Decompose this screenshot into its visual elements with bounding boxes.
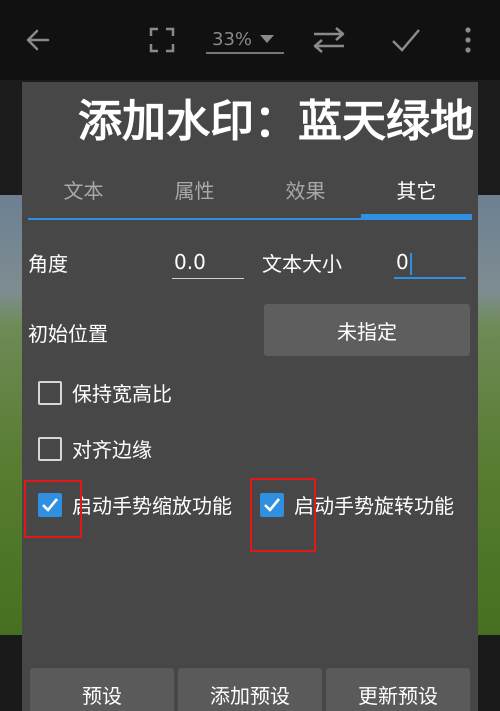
gesture-rotate-label: 启动手势旋转功能: [294, 494, 454, 518]
chevron-down-icon: [260, 35, 275, 43]
keep-aspect-ratio-checkbox[interactable]: 保持宽高比: [38, 378, 172, 407]
more-vertical-icon: [465, 27, 471, 53]
highlight-box: [24, 480, 82, 538]
zoom-value: 33%: [212, 28, 253, 50]
tab-effects[interactable]: 效果: [250, 166, 361, 212]
initial-position-label: 初始位置: [28, 322, 108, 346]
align-edges-label: 对齐边缘: [72, 438, 152, 462]
gesture-zoom-label: 启动手势缩放功能: [72, 494, 232, 518]
more-button[interactable]: [456, 20, 480, 60]
tab-active-indicator: [361, 214, 472, 220]
add-preset-button[interactable]: 添加预设: [178, 668, 322, 711]
watermark-dialog: 添加水印：蓝天绿地 文本 属性 效果 其它 角度 0.0 文本大小 0 初始位置…: [22, 82, 478, 711]
angle-label: 角度: [28, 252, 68, 276]
text-size-label: 文本大小: [262, 252, 342, 276]
top-toolbar: 33%: [0, 0, 500, 80]
arrow-left-icon: [26, 29, 50, 51]
initial-position-button[interactable]: 未指定: [264, 304, 470, 356]
checkmark-icon: [392, 29, 420, 52]
keep-aspect-ratio-label: 保持宽高比: [72, 382, 172, 406]
highlight-box: [250, 478, 316, 552]
back-button[interactable]: [18, 20, 58, 60]
text-size-value: 0: [396, 250, 409, 274]
angle-input[interactable]: 0.0: [172, 245, 244, 279]
preset-button[interactable]: 预设: [30, 668, 174, 711]
tab-text[interactable]: 文本: [28, 166, 139, 212]
checkbox-box: [38, 436, 62, 461]
align-edges-checkbox[interactable]: 对齐边缘: [38, 434, 152, 463]
tab-properties[interactable]: 属性: [139, 166, 250, 212]
confirm-button[interactable]: [386, 20, 426, 60]
fullscreen-button[interactable]: [142, 20, 182, 60]
text-size-input[interactable]: 0: [394, 245, 466, 279]
swap-arrows-icon: [313, 27, 345, 53]
tab-bar: 文本 属性 效果 其它: [28, 166, 472, 222]
checkbox-box: [38, 380, 62, 405]
text-cursor: [409, 252, 412, 275]
dialog-title: 添加水印：蓝天绿地: [78, 96, 474, 147]
swap-button[interactable]: [308, 20, 350, 60]
angle-value: 0.0: [174, 250, 206, 274]
zoom-select[interactable]: 33%: [206, 26, 284, 54]
fullscreen-icon: [149, 27, 175, 53]
update-preset-button[interactable]: 更新预设: [326, 668, 470, 711]
tab-other[interactable]: 其它: [361, 166, 472, 212]
